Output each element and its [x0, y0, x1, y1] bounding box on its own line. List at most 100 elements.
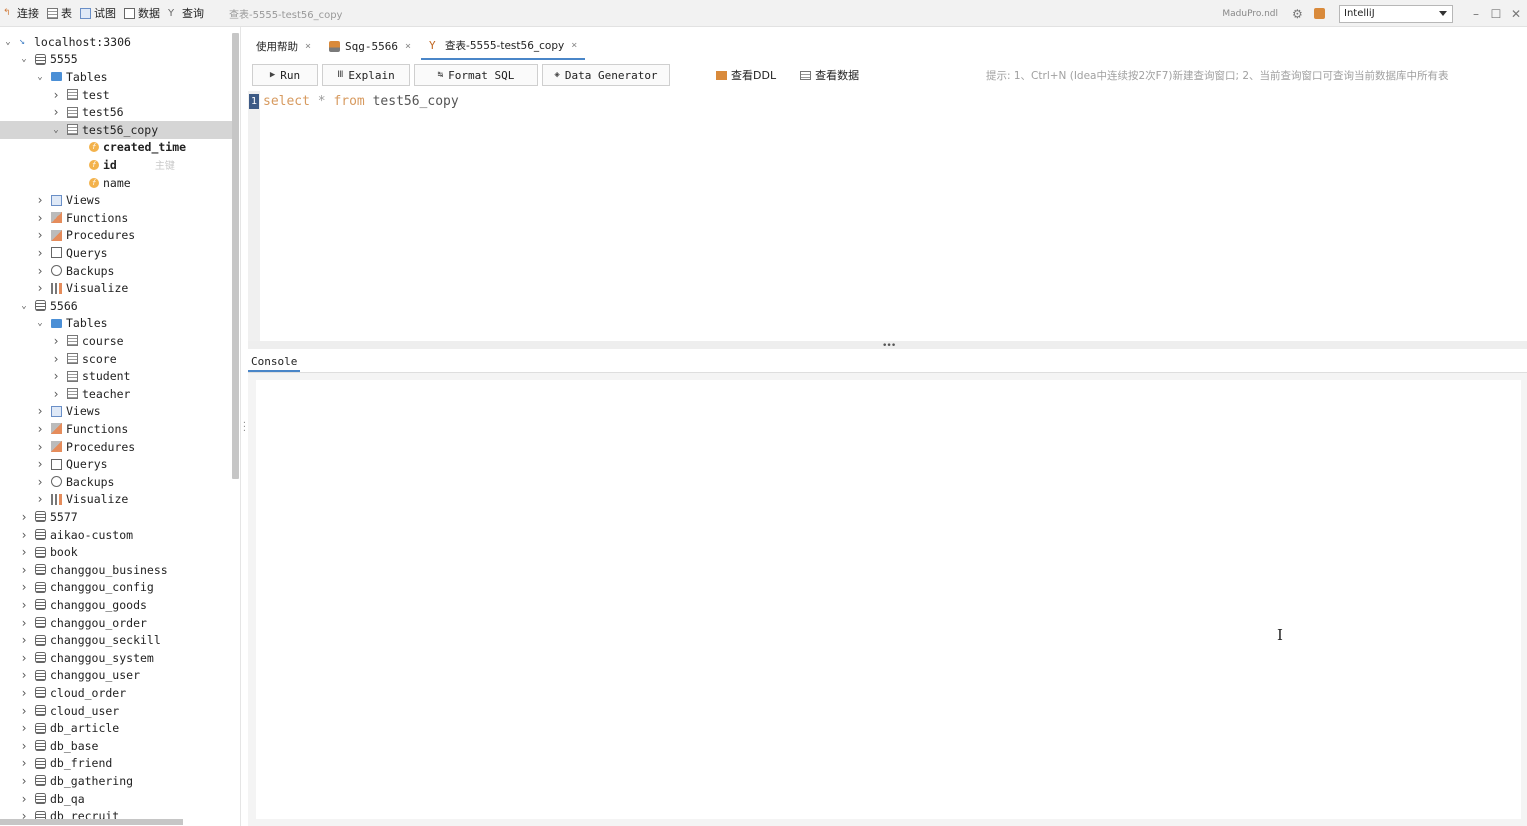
tree-row[interactable]: › test [0, 86, 232, 104]
chevron-right-icon[interactable]: › [19, 809, 29, 819]
sql-code-line[interactable]: select * from test56_copy [263, 94, 459, 109]
tree-row[interactable]: › 5577 [0, 508, 232, 526]
tree-row[interactable]: › teacher [0, 385, 232, 403]
chevron-down-icon[interactable]: ⌄ [19, 301, 29, 311]
chevron-right-icon[interactable]: › [35, 228, 45, 242]
chevron-right-icon[interactable]: › [35, 211, 45, 225]
connect-button[interactable]: ↰ 连接 [0, 3, 42, 23]
tree-row[interactable]: › student [0, 367, 232, 385]
resize-handle-icon[interactable]: ••• [882, 341, 896, 351]
maximize-icon[interactable]: ☐ [1487, 7, 1505, 21]
tree-row[interactable]: › Procedures [0, 438, 232, 456]
tree-row[interactable]: f created_time [0, 139, 232, 157]
tree-row[interactable]: › cloud_user [0, 702, 232, 720]
chevron-down-icon[interactable]: ⌄ [51, 125, 61, 135]
theme-select[interactable]: IntelliJ [1339, 4, 1453, 23]
chevron-right-icon[interactable]: › [35, 457, 45, 471]
tab-sqg-5566[interactable]: Sqg-5566 × [321, 32, 419, 60]
chevron-down-icon[interactable]: ⌄ [3, 37, 13, 47]
chevron-right-icon[interactable]: › [19, 668, 29, 682]
view-data-button[interactable]: 查看数据 [800, 67, 859, 83]
tree-row[interactable]: › test56 [0, 103, 232, 121]
chevron-right-icon[interactable]: › [51, 334, 61, 348]
chevron-right-icon[interactable]: › [19, 686, 29, 700]
tree-row[interactable]: f id 主键 [0, 156, 232, 174]
chevron-right-icon[interactable]: › [51, 369, 61, 383]
chevron-right-icon[interactable]: › [19, 774, 29, 788]
tree-row[interactable]: › changgou_user [0, 667, 232, 685]
chevron-right-icon[interactable]: › [19, 651, 29, 665]
tree-row[interactable]: › changgou_goods [0, 596, 232, 614]
cube-icon[interactable] [1314, 8, 1325, 19]
chevron-right-icon[interactable]: › [19, 598, 29, 612]
run-button[interactable]: ▶ Run [252, 64, 318, 86]
tree-row[interactable]: ⌄ 5566 [0, 297, 232, 315]
tree-row[interactable]: › db_base [0, 737, 232, 755]
chevron-right-icon[interactable]: › [35, 193, 45, 207]
tree-row[interactable]: › Querys [0, 244, 232, 262]
chevron-right-icon[interactable]: › [35, 281, 45, 295]
table-button[interactable]: 表 [44, 3, 75, 23]
chevron-right-icon[interactable]: › [35, 422, 45, 436]
splitter-grip-icon[interactable]: · · · [242, 419, 247, 435]
tree-row[interactable]: › Backups [0, 262, 232, 280]
view-ddl-button[interactable]: 查看DDL [716, 67, 776, 83]
tree-row[interactable]: › db_qa [0, 790, 232, 808]
chevron-right-icon[interactable]: › [51, 387, 61, 401]
tree-row[interactable]: › score [0, 350, 232, 368]
chevron-right-icon[interactable]: › [35, 475, 45, 489]
chevron-right-icon[interactable]: › [35, 246, 45, 260]
tree-row[interactable]: › book [0, 543, 232, 561]
tree-row[interactable]: › course [0, 332, 232, 350]
tree-row[interactable]: ⌄ test56_copy [0, 121, 232, 139]
tree-row[interactable]: › Procedures [0, 227, 232, 245]
close-icon[interactable]: × [305, 41, 311, 52]
chevron-right-icon[interactable]: › [51, 88, 61, 102]
close-icon[interactable]: ✕ [1507, 7, 1525, 21]
tree-row[interactable]: › changgou_system [0, 649, 232, 667]
tree-scrollbar-horizontal[interactable] [0, 819, 183, 825]
console-output[interactable] [256, 380, 1521, 819]
tree-row[interactable]: ⌄ ↘ localhost:3306 [0, 33, 232, 51]
chevron-right-icon[interactable]: › [19, 580, 29, 594]
chevron-right-icon[interactable]: › [19, 756, 29, 770]
tree-row[interactable]: › aikao-custom [0, 526, 232, 544]
tree-row[interactable]: › db_recruit [0, 807, 232, 819]
chevron-right-icon[interactable]: › [51, 352, 61, 366]
panel-splitter[interactable] [240, 27, 241, 826]
tree-row[interactable]: › Views [0, 191, 232, 209]
chevron-right-icon[interactable]: › [35, 264, 45, 278]
tree-scrollbar-vertical[interactable] [232, 33, 239, 479]
tree-row[interactable]: › Querys [0, 455, 232, 473]
chevron-right-icon[interactable]: › [35, 440, 45, 454]
chevron-down-icon[interactable]: ⌄ [35, 318, 45, 328]
data-button[interactable]: 数据 [121, 3, 163, 23]
tree-row[interactable]: › db_friend [0, 755, 232, 773]
format-sql-button[interactable]: ↹ Format SQL [414, 64, 538, 86]
chevron-right-icon[interactable]: › [19, 528, 29, 542]
tab-query-test56-copy[interactable]: Y 查表-5555-test56_copy × [421, 32, 586, 60]
tree-row[interactable]: › cloud_order [0, 684, 232, 702]
tree-row[interactable]: f name [0, 174, 232, 192]
tree-row[interactable]: › Visualize [0, 491, 232, 509]
explain-button[interactable]: Ⅲ Explain [322, 64, 410, 86]
tree-row[interactable]: › changgou_business [0, 561, 232, 579]
tree-row[interactable]: ⌄ 5555 [0, 51, 232, 69]
chevron-right-icon[interactable]: › [19, 616, 29, 630]
chevron-right-icon[interactable]: › [19, 739, 29, 753]
tree-row[interactable]: › Visualize [0, 279, 232, 297]
view-button[interactable]: 试图 [77, 3, 119, 23]
chevron-down-icon[interactable]: ⌄ [35, 72, 45, 82]
chevron-down-icon[interactable]: ⌄ [19, 54, 29, 64]
chevron-right-icon[interactable]: › [51, 105, 61, 119]
tree-row[interactable]: › Backups [0, 473, 232, 491]
chevron-right-icon[interactable]: › [19, 633, 29, 647]
minimize-icon[interactable]: – [1467, 7, 1485, 21]
tab-console[interactable]: Console [248, 352, 301, 372]
chevron-right-icon[interactable]: › [35, 492, 45, 506]
chevron-right-icon[interactable]: › [19, 563, 29, 577]
query-button[interactable]: Y 查询 [165, 3, 207, 23]
tree-row[interactable]: › changgou_seckill [0, 631, 232, 649]
chevron-right-icon[interactable]: › [19, 704, 29, 718]
close-icon[interactable]: × [405, 41, 411, 52]
